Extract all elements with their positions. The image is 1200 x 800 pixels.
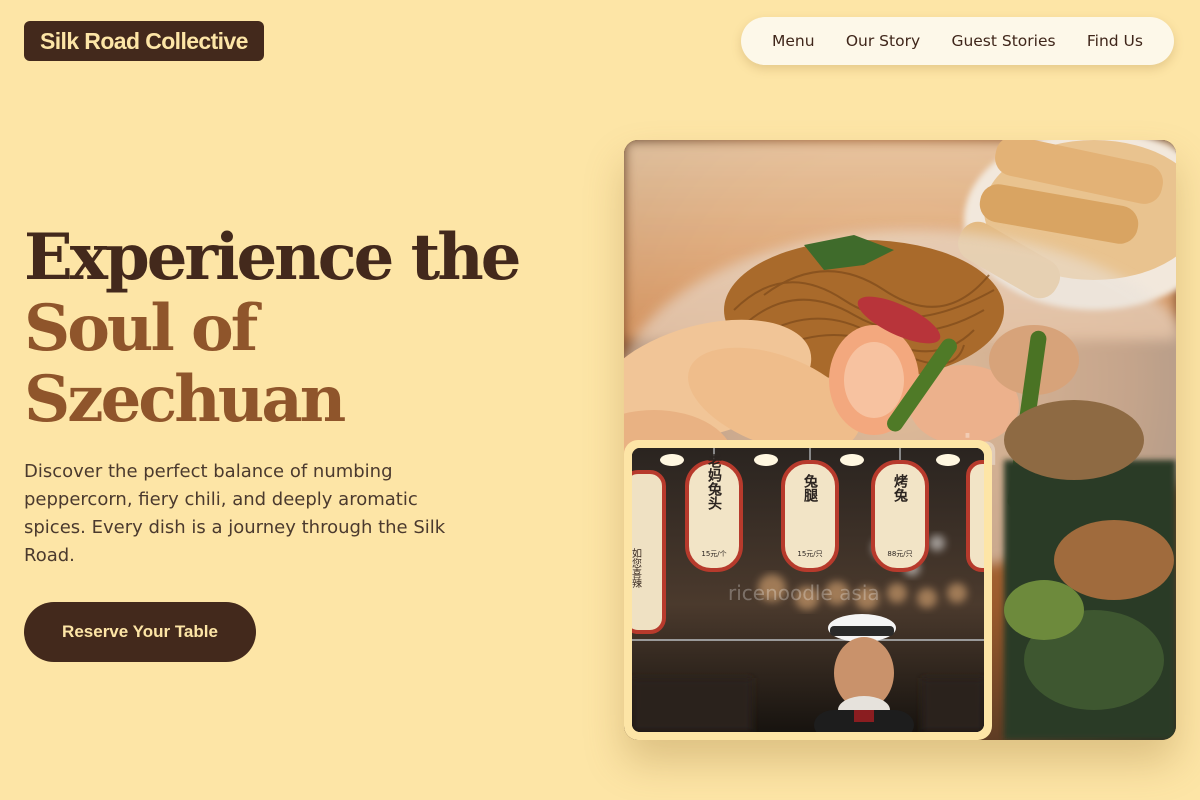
hanging-sign-1: 老妈兔头 15元/个 xyxy=(685,448,743,572)
nav-link-guest-stories[interactable]: Guest Stories xyxy=(951,32,1055,50)
nav-link-find-us[interactable]: Find Us xyxy=(1087,32,1143,50)
sign-3-text: 烤兔 xyxy=(892,473,909,503)
sign-3-price: 88元/只 xyxy=(887,550,912,558)
sign-1-text: 老妈兔头 xyxy=(706,453,723,511)
sign-2-price: 15元/只 xyxy=(797,550,822,558)
hanging-sign-3: 烤兔 88元/只 xyxy=(871,448,929,572)
reserve-table-button[interactable]: Reserve Your Table xyxy=(24,602,256,662)
hero-description: Discover the perfect balance of numbing … xyxy=(24,461,446,566)
nav-link-menu[interactable]: Menu xyxy=(772,32,815,50)
hanging-sign-2: 兔腿 15元/只 xyxy=(781,448,839,572)
sign-2-text: 兔腿 xyxy=(802,473,819,503)
hero-title: Experience the Soul of Szechuan xyxy=(24,220,521,437)
brand-logo[interactable]: Silk Road Collective xyxy=(24,21,264,61)
vendor-photo-frame: 如您喜辣 老妈兔头 15元/个 兔腿 15元/只 烤兔 88元/只 riceno… xyxy=(624,440,992,740)
hero-title-line-1: Experience the xyxy=(24,220,521,295)
side-sign-text: 如您喜辣 xyxy=(632,547,642,589)
hero-title-line-2: Soul of xyxy=(24,291,258,366)
hero-title-line-3: Szechuan xyxy=(24,362,346,437)
main-nav: Menu Our Story Guest Stories Find Us xyxy=(741,17,1174,65)
vendor-photo: 如您喜辣 老妈兔头 15元/个 兔腿 15元/只 烤兔 88元/只 riceno… xyxy=(632,448,984,732)
vendor-photo-watermark: ricenoodle asia xyxy=(728,581,880,605)
sign-1-price: 15元/个 xyxy=(701,550,726,558)
nav-link-our-story[interactable]: Our Story xyxy=(846,32,920,50)
